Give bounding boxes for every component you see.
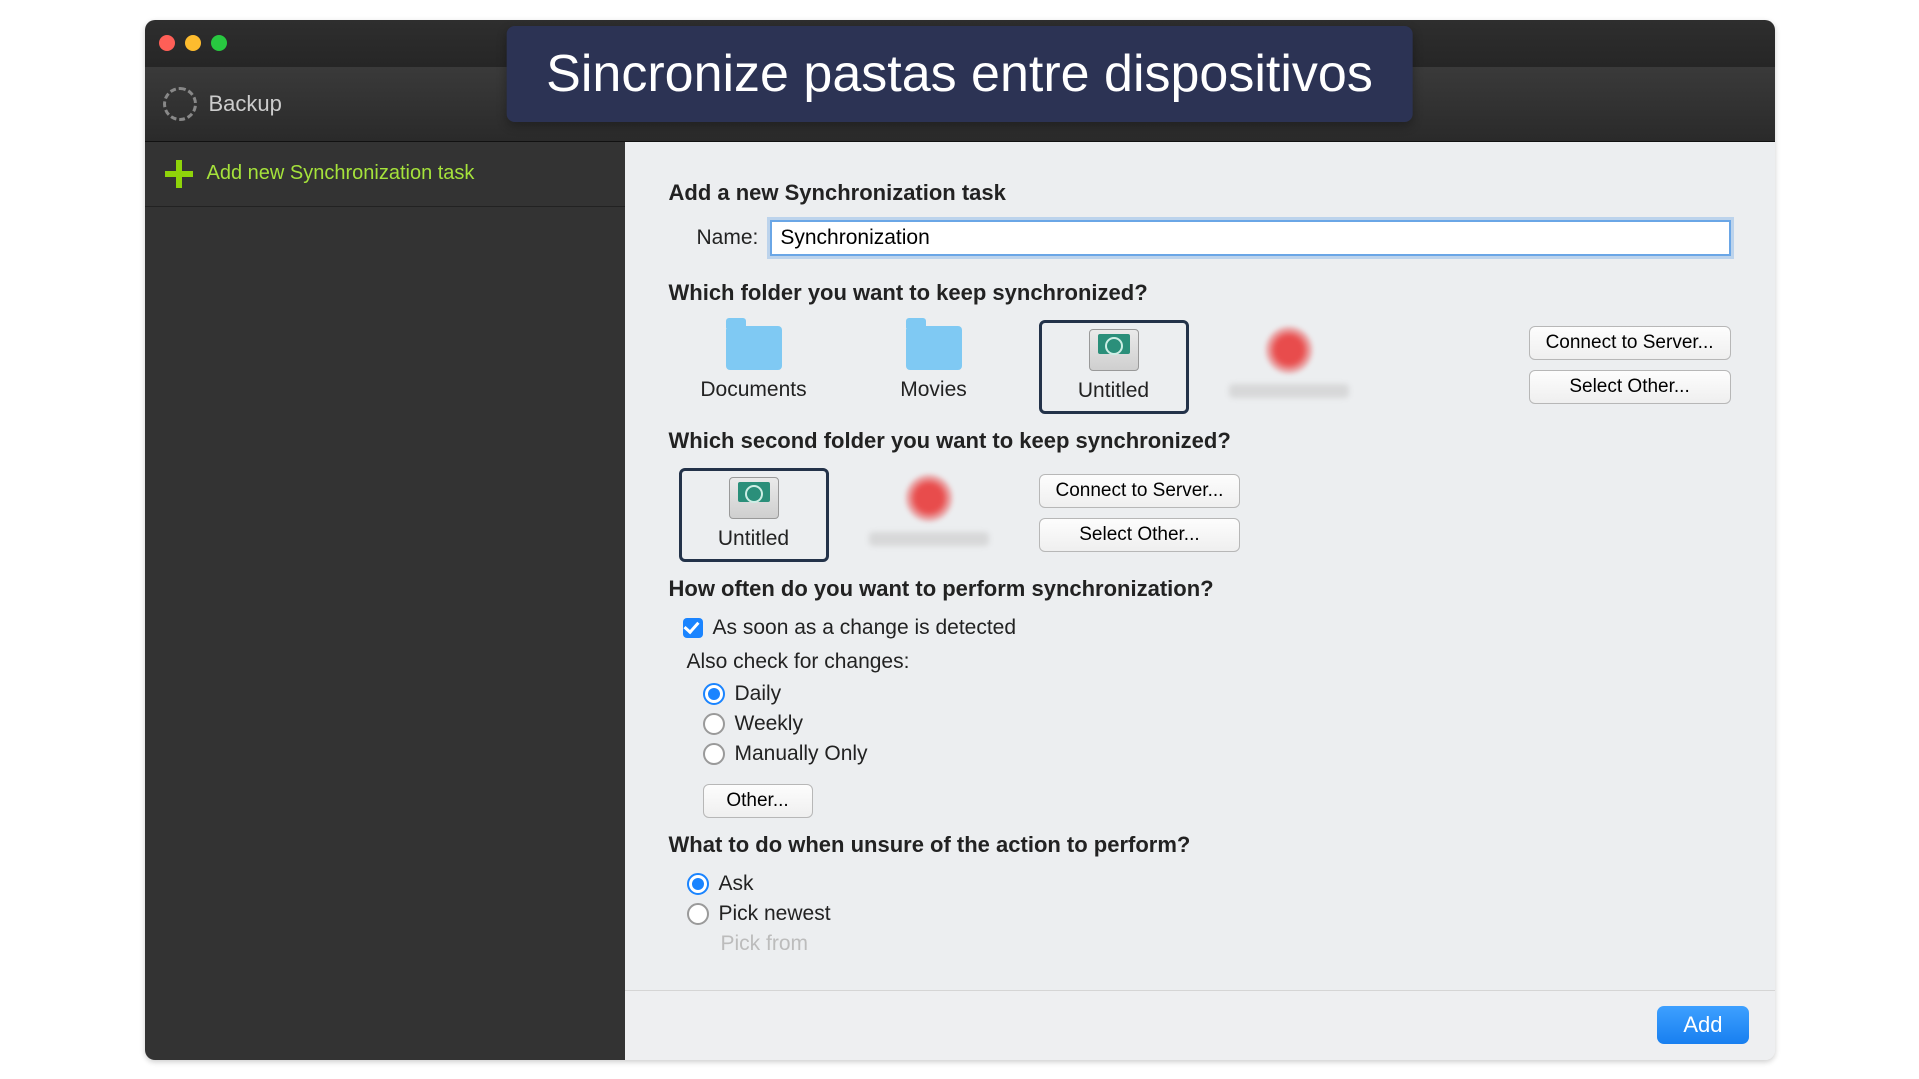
checkbox-icon: [683, 618, 703, 638]
radio-icon: [703, 743, 725, 765]
radio-icon: [687, 873, 709, 895]
question-unsure: What to do when unsure of the action to …: [669, 832, 1731, 858]
folder-label: Movies: [863, 378, 1005, 402]
radio-icon: [687, 903, 709, 925]
connect-server-button[interactable]: Connect to Server...: [1529, 326, 1731, 360]
select-other-button-2[interactable]: Select Other...: [1039, 518, 1241, 552]
add-button[interactable]: Add: [1657, 1006, 1748, 1044]
folder-icon: [906, 326, 962, 370]
radio-label: Manually Only: [735, 742, 868, 766]
folder-documents[interactable]: Documents: [679, 320, 829, 410]
plus-icon: [165, 160, 193, 188]
checkbox-on-change[interactable]: As soon as a change is detected: [683, 616, 1731, 640]
name-input[interactable]: [770, 220, 1730, 256]
radio-pick-newest[interactable]: Pick newest: [687, 902, 1731, 926]
radio-manual[interactable]: Manually Only: [703, 742, 1731, 766]
window-controls: [159, 35, 227, 51]
main-panel: Add a new Synchronization task Name: Whi…: [625, 142, 1775, 1060]
radio-label: Pick newest: [719, 902, 831, 926]
radio-label: Ask: [719, 872, 754, 896]
footer-bar: Add: [625, 990, 1775, 1060]
folder2-untitled[interactable]: Untitled: [679, 468, 829, 562]
folder-label: Untitled: [686, 527, 822, 551]
radio-pick-from-faded: Pick from: [721, 932, 1731, 956]
name-label: Name:: [697, 226, 759, 250]
radio-weekly[interactable]: Weekly: [703, 712, 1731, 736]
app-logo-icon: [163, 87, 197, 121]
minimize-icon[interactable]: [185, 35, 201, 51]
also-check-label: Also check for changes:: [687, 650, 1731, 674]
drive-icon: [729, 477, 779, 519]
radio-daily[interactable]: Daily: [703, 682, 1731, 706]
toolbar-title: Backup: [209, 91, 282, 117]
radio-icon: [703, 683, 725, 705]
folder-label: Untitled: [1046, 379, 1182, 403]
sidebar: Add new Synchronization task: [145, 142, 625, 1060]
form-content: Add a new Synchronization task Name: Whi…: [625, 142, 1775, 990]
other-schedule-button[interactable]: Other...: [703, 784, 813, 818]
form-heading: Add a new Synchronization task: [669, 180, 1731, 206]
select-other-button[interactable]: Select Other...: [1529, 370, 1731, 404]
close-icon[interactable]: [159, 35, 175, 51]
redacted-folder: [1219, 320, 1359, 398]
question-folder2: Which second folder you want to keep syn…: [669, 428, 1731, 454]
folder-movies[interactable]: Movies: [859, 320, 1009, 410]
redacted-folder-2: [859, 468, 999, 546]
question-folder1: Which folder you want to keep synchroniz…: [669, 280, 1731, 306]
overlay-banner: Sincronize pastas entre dispositivos: [506, 26, 1413, 122]
checkbox-label: As soon as a change is detected: [713, 616, 1017, 640]
radio-label: Daily: [735, 682, 782, 706]
folder-label: Documents: [683, 378, 825, 402]
radio-ask[interactable]: Ask: [687, 872, 1731, 896]
sidebar-add-sync-task[interactable]: Add new Synchronization task: [145, 142, 625, 207]
drive-icon: [1089, 329, 1139, 371]
app-window: Backup Add new Synchronization task Add …: [145, 20, 1775, 1060]
radio-label: Weekly: [735, 712, 803, 736]
folder-untitled[interactable]: Untitled: [1039, 320, 1189, 414]
connect-server-button-2[interactable]: Connect to Server...: [1039, 474, 1241, 508]
question-frequency: How often do you want to perform synchro…: [669, 576, 1731, 602]
radio-icon: [703, 713, 725, 735]
fullscreen-icon[interactable]: [211, 35, 227, 51]
sidebar-item-label: Add new Synchronization task: [207, 162, 475, 185]
folder-icon: [726, 326, 782, 370]
